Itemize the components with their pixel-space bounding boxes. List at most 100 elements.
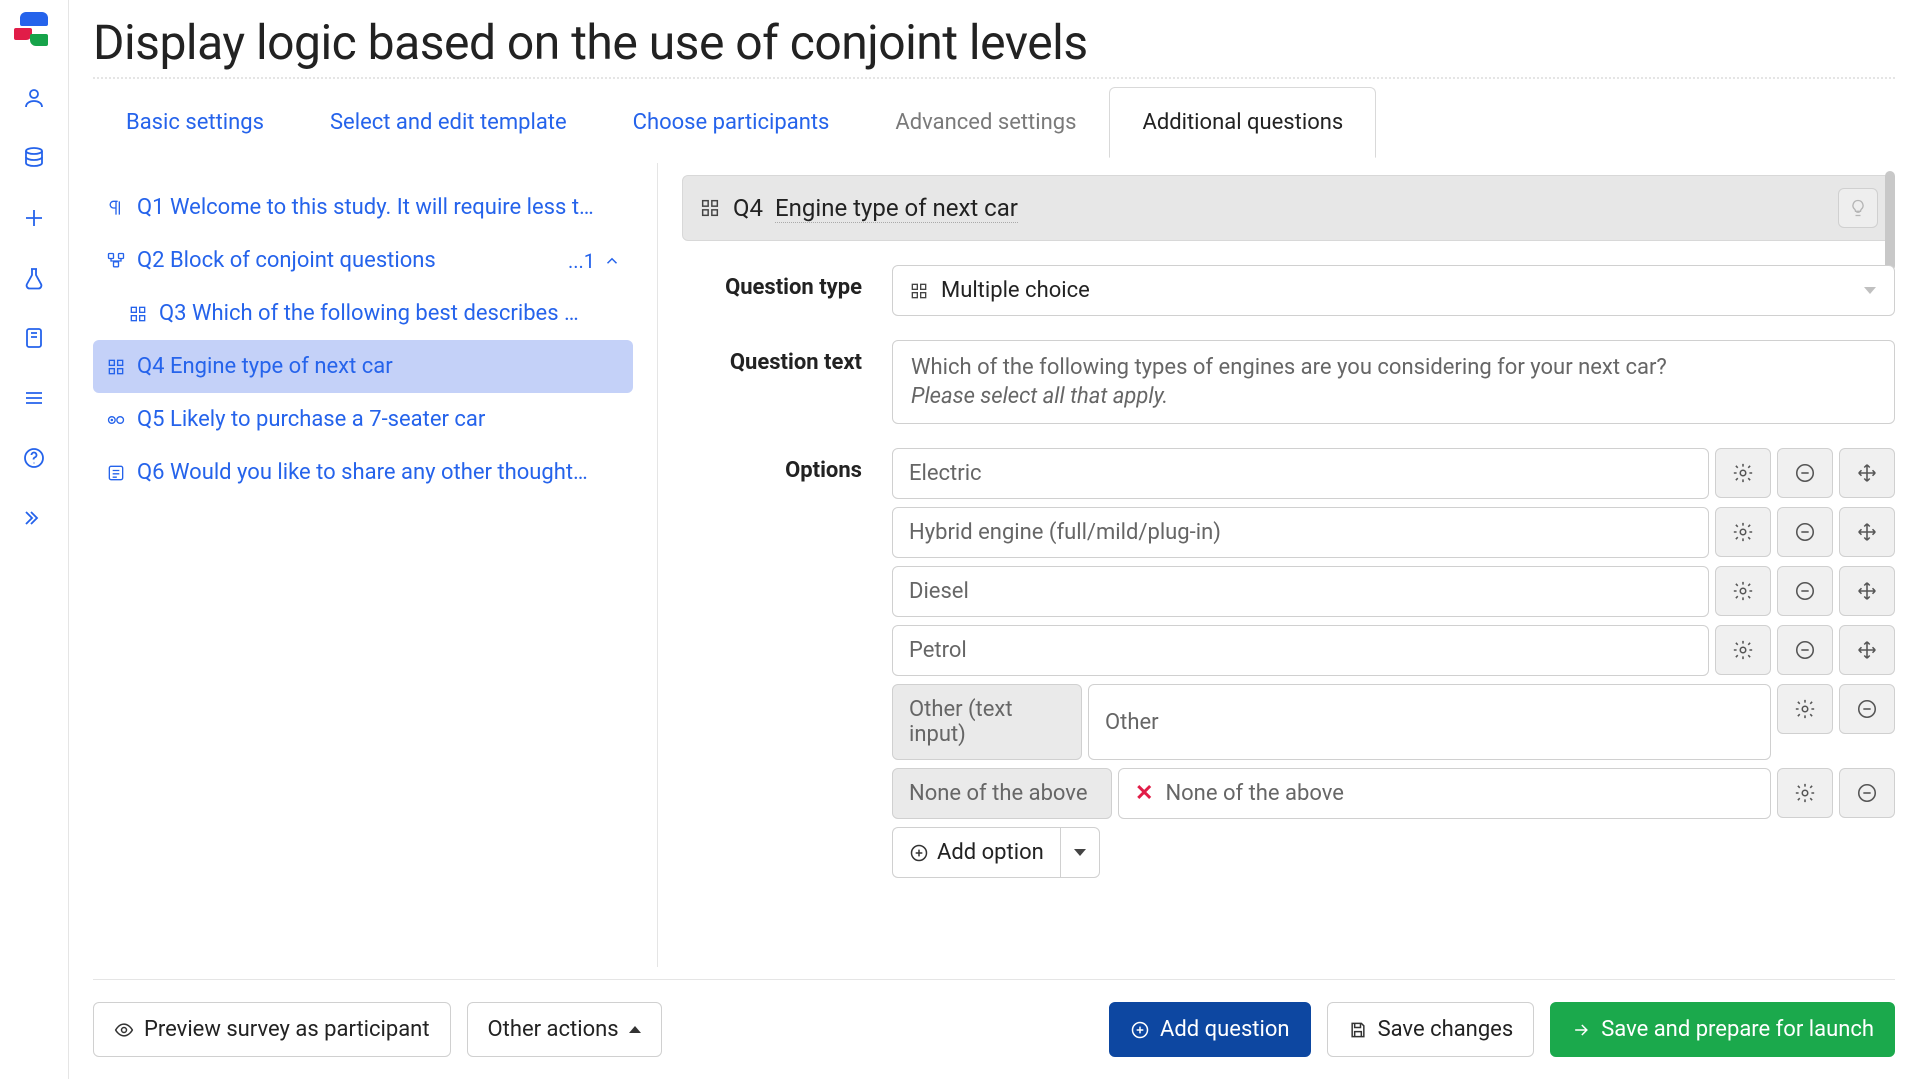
page-title: Display logic based on the use of conjoi…	[93, 14, 1895, 79]
option-remove-button[interactable]	[1839, 684, 1895, 734]
chevron-up-icon	[603, 252, 621, 270]
option-settings-button[interactable]	[1715, 625, 1771, 675]
question-code: Q1	[137, 195, 165, 220]
option-remove-button[interactable]	[1777, 566, 1833, 616]
grid-icon	[105, 357, 127, 377]
editor-header: Q4 Engine type of next car	[682, 175, 1895, 241]
save-changes-button[interactable]: Save changes	[1327, 1002, 1535, 1057]
add-question-button[interactable]: Add question	[1109, 1002, 1311, 1057]
preview-button[interactable]: Preview survey as participant	[93, 1002, 451, 1057]
add-option-group: Add option	[892, 827, 1895, 878]
question-type-value: Multiple choice	[941, 278, 1090, 303]
add-option-dropdown[interactable]	[1060, 827, 1100, 878]
question-label: Would you like to share any other though…	[170, 460, 588, 485]
label-question-type: Question type	[682, 265, 862, 300]
option-other-row: Other (text input) Other	[892, 684, 1895, 760]
main-area: Display logic based on the use of conjoi…	[69, 0, 1919, 1079]
eye-icon	[114, 1020, 134, 1040]
question-item-q6[interactable]: Q6 Would you like to share any other tho…	[93, 446, 633, 499]
option-row: Hybrid engine (full/mild/plug-in)	[892, 507, 1895, 558]
menu-icon[interactable]	[22, 386, 46, 410]
arrow-right-icon	[1571, 1020, 1591, 1040]
option-input[interactable]: Hybrid engine (full/mild/plug-in)	[892, 507, 1709, 558]
question-label: Block of conjoint questions	[170, 248, 436, 273]
other-actions-button[interactable]: Other actions	[467, 1002, 662, 1057]
question-type-select[interactable]: Multiple choice	[892, 265, 1895, 316]
add-option-button[interactable]: Add option	[892, 827, 1060, 878]
workspace: Q1 Welcome to this study. It will requir…	[93, 163, 1895, 967]
option-drag-handle[interactable]	[1839, 507, 1895, 557]
question-item-q5[interactable]: Q5 Likely to purchase a 7-seater car	[93, 393, 633, 446]
question-item-q4[interactable]: Q4 Engine type of next car	[93, 340, 633, 393]
option-settings-button[interactable]	[1777, 768, 1833, 818]
text-icon	[105, 463, 127, 483]
tab-choose-participants[interactable]: Choose participants	[600, 87, 863, 158]
footer-bar: Preview survey as participant Other acti…	[93, 979, 1895, 1079]
option-drag-handle[interactable]	[1839, 566, 1895, 616]
option-drag-handle[interactable]	[1839, 448, 1895, 498]
expand-icon[interactable]	[22, 506, 46, 530]
app-logo	[14, 10, 54, 50]
nav-rail	[0, 0, 69, 1079]
question-label: Welcome to this study. It will require l…	[170, 195, 594, 220]
flask-icon[interactable]	[22, 266, 46, 290]
chevron-up-icon	[629, 1026, 641, 1033]
question-text-input[interactable]: Which of the following types of engines …	[892, 340, 1895, 424]
question-list: Q1 Welcome to this study. It will requir…	[93, 163, 633, 967]
question-label: Likely to purchase a 7-seater car	[170, 407, 485, 432]
option-none-tag: None of the above	[892, 768, 1112, 819]
label-question-text: Question text	[682, 340, 862, 375]
radio-icon	[105, 410, 127, 430]
option-input[interactable]: Electric	[892, 448, 1709, 499]
chevron-down-icon	[1864, 287, 1876, 294]
option-other-input[interactable]: Other	[1088, 684, 1771, 760]
question-code: Q5	[137, 407, 165, 432]
database-icon[interactable]	[22, 146, 46, 170]
x-icon: ✕	[1135, 781, 1153, 806]
label-options: Options	[682, 448, 862, 483]
option-row: Electric	[892, 448, 1895, 499]
book-icon[interactable]	[22, 326, 46, 350]
scrollbar-thumb[interactable]	[1885, 171, 1895, 271]
option-settings-button[interactable]	[1715, 566, 1771, 616]
grid-icon	[127, 304, 149, 324]
question-code: Q6	[137, 460, 165, 485]
save-icon	[1348, 1020, 1368, 1040]
question-code: Q3	[159, 301, 187, 326]
tab-select-template[interactable]: Select and edit template	[297, 87, 600, 158]
option-drag-handle[interactable]	[1839, 625, 1895, 675]
option-input[interactable]: Petrol	[892, 625, 1709, 676]
option-other-tag: Other (text input)	[892, 684, 1082, 760]
option-remove-button[interactable]	[1777, 507, 1833, 557]
question-item-q3[interactable]: Q3 Which of the following best describes…	[93, 287, 633, 340]
question-item-q2[interactable]: Q2 Block of conjoint questions ...1	[93, 234, 633, 287]
option-settings-button[interactable]	[1715, 448, 1771, 498]
editor-header-code: Q4	[733, 194, 763, 222]
question-code: Q4	[137, 354, 165, 379]
option-remove-button[interactable]	[1777, 448, 1833, 498]
plus-circle-icon	[1130, 1020, 1150, 1040]
option-remove-button[interactable]	[1777, 625, 1833, 675]
user-icon[interactable]	[22, 86, 46, 110]
help-icon[interactable]	[22, 446, 46, 470]
question-code: Q2	[137, 248, 165, 273]
tab-additional-questions[interactable]: Additional questions	[1109, 87, 1376, 158]
tab-basic-settings[interactable]: Basic settings	[93, 87, 297, 158]
question-editor: Q4 Engine type of next car Question type…	[657, 163, 1895, 967]
question-label: Which of the following best describes …	[192, 301, 579, 326]
option-row: Diesel	[892, 566, 1895, 617]
chevron-down-icon	[1074, 849, 1086, 856]
option-input[interactable]: Diesel	[892, 566, 1709, 617]
option-settings-button[interactable]	[1715, 507, 1771, 557]
grid-icon	[699, 197, 721, 219]
option-none-input[interactable]: ✕ None of the above	[1118, 768, 1771, 819]
option-settings-button[interactable]	[1777, 684, 1833, 734]
option-remove-button[interactable]	[1839, 768, 1895, 818]
question-item-q1[interactable]: Q1 Welcome to this study. It will requir…	[93, 181, 633, 234]
tab-advanced-settings[interactable]: Advanced settings	[862, 87, 1109, 158]
hint-bulb-button[interactable]	[1838, 188, 1878, 228]
grid-icon	[909, 281, 929, 301]
plus-circle-icon	[909, 843, 929, 863]
plus-icon[interactable]	[22, 206, 46, 230]
save-launch-button[interactable]: Save and prepare for launch	[1550, 1002, 1895, 1057]
